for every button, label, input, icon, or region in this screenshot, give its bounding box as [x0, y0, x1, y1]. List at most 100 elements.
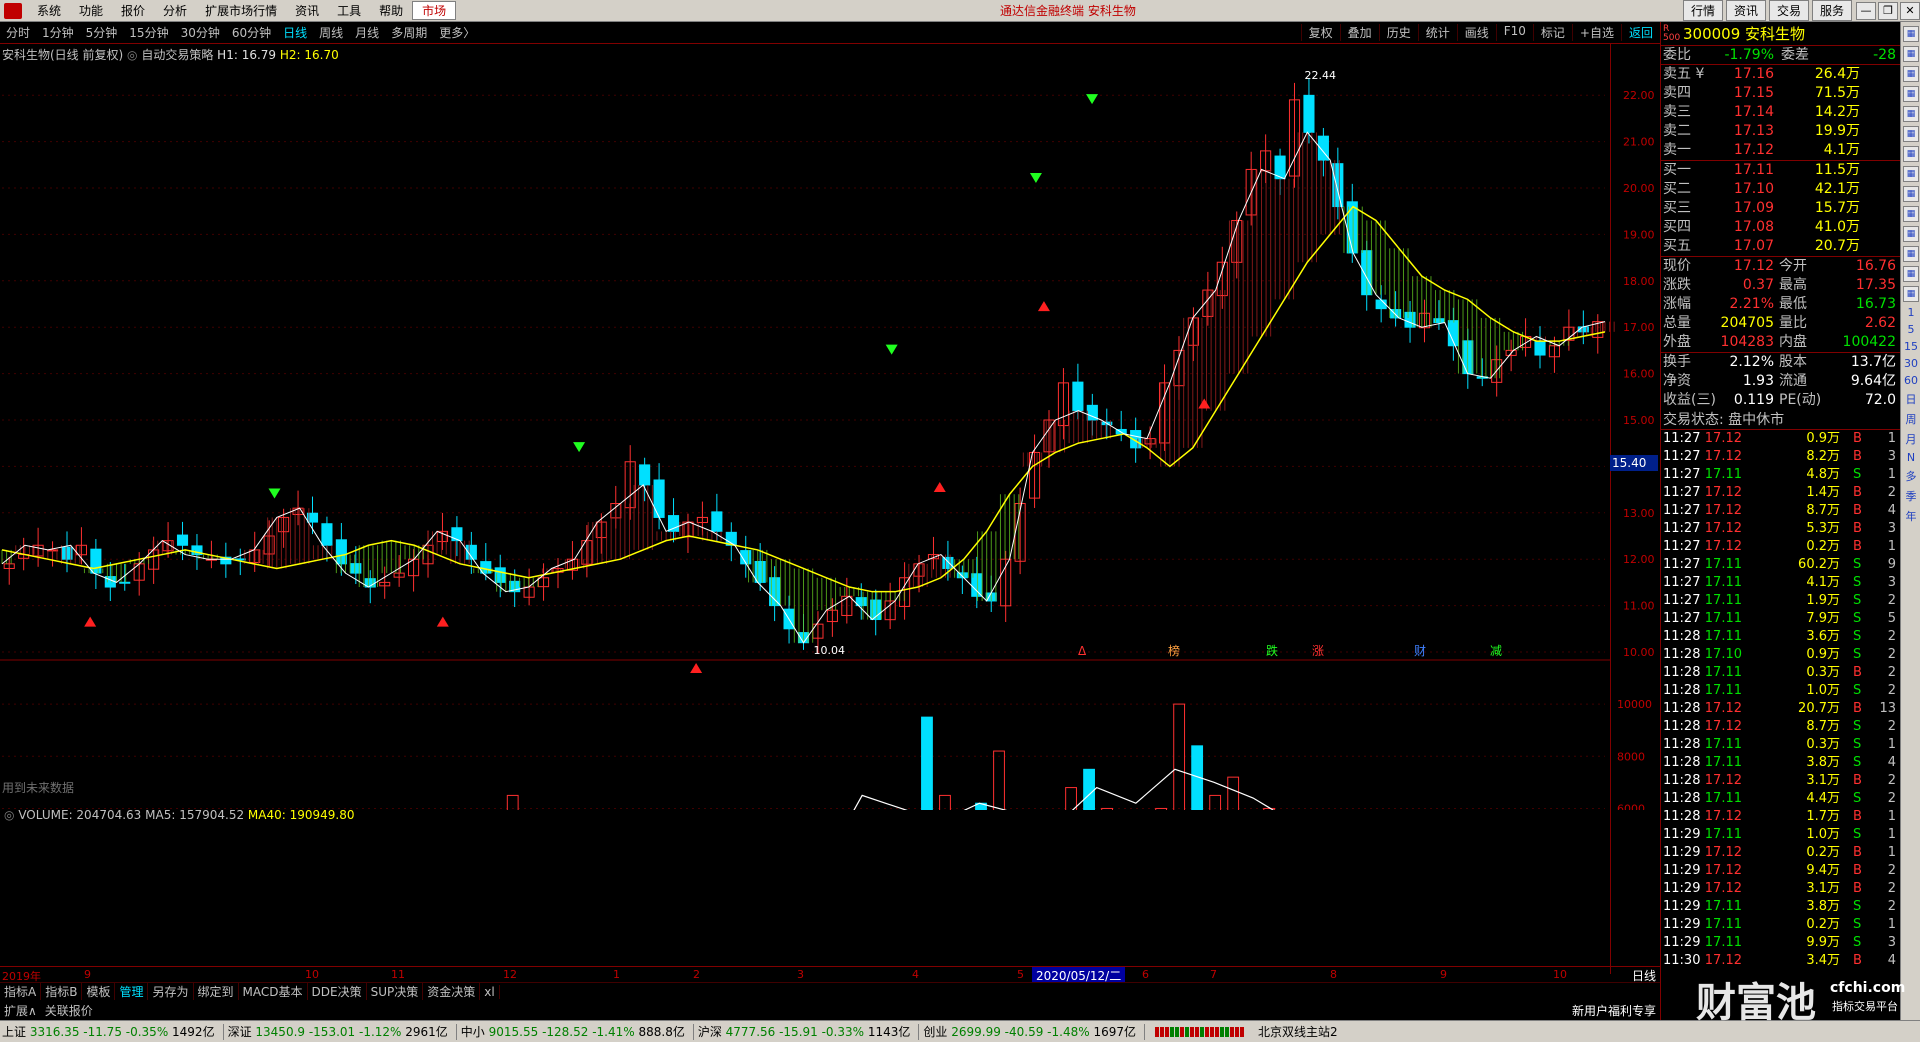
tab-sup[interactable]: SUP决策	[367, 983, 424, 1000]
tab-template[interactable]: 模板	[82, 983, 116, 1000]
toolbar-icon[interactable]: ▦	[1903, 206, 1919, 222]
toolbar-icon[interactable]: ▦	[1903, 266, 1919, 282]
bid-row[interactable]: 买二 17.10 42.1万	[1661, 180, 1900, 199]
period-weekly[interactable]: 周线	[313, 24, 349, 41]
tab-capital[interactable]: 资金决策	[423, 983, 481, 1000]
bid-row[interactable]: 买三 17.09 15.7万	[1661, 199, 1900, 218]
tab-indicator-b[interactable]: 指标B	[41, 983, 83, 1000]
draw-line-button[interactable]: 画线	[1456, 24, 1496, 41]
toolbar-icon[interactable]: ▦	[1903, 146, 1919, 162]
server-name[interactable]: 北京双线主站2	[1252, 1023, 1344, 1040]
period-30min[interactable]: 30分钟	[175, 24, 226, 41]
menu-analysis[interactable]: 分析	[154, 2, 196, 19]
ask-row[interactable]: 卖一 17.12 4.1万	[1661, 141, 1900, 160]
quotes-button[interactable]: 行情	[1682, 0, 1723, 21]
period-multi[interactable]: 多周期	[385, 24, 433, 41]
expand-button[interactable]: 扩展∧	[0, 1002, 41, 1019]
tab-bind-to[interactable]: 绑定到	[194, 983, 239, 1000]
period-shortcut[interactable]: 5	[1901, 323, 1920, 336]
period-more[interactable]: 更多〉	[433, 24, 481, 41]
index-0[interactable]: 上证 3316.35 -11.75 -0.35% 1492亿	[0, 1023, 221, 1040]
toolbar-icon[interactable]: ▦	[1903, 246, 1919, 262]
candle-body	[451, 527, 463, 542]
mark-button[interactable]: 标记	[1532, 24, 1572, 41]
tick-side: B	[1853, 539, 1862, 554]
period-timeshare[interactable]: 分时	[0, 24, 36, 41]
period-60min[interactable]: 60分钟	[226, 24, 277, 41]
tab-macd[interactable]: MACD基本	[239, 983, 308, 1000]
trade-button[interactable]: 交易	[1768, 0, 1809, 21]
toolbar-icon[interactable]: ▦	[1903, 166, 1919, 182]
stats-button[interactable]: 统计	[1417, 24, 1457, 41]
menu-tools[interactable]: 工具	[328, 2, 370, 19]
toolbar-icon[interactable]: ▦	[1903, 186, 1919, 202]
toolbar-icon[interactable]: ▦	[1903, 66, 1919, 82]
period-15min[interactable]: 15分钟	[123, 24, 174, 41]
tab-save-as[interactable]: 另存为	[148, 983, 194, 1000]
tab-xl[interactable]: xl	[480, 984, 500, 999]
period-shortcut[interactable]: 年	[1901, 508, 1920, 524]
ask-row[interactable]: 卖四 17.15 71.5万	[1661, 84, 1900, 103]
volume-settings-icon[interactable]: ◎	[4, 808, 14, 822]
tab-dde[interactable]: DDE决策	[308, 983, 367, 1000]
index-1[interactable]: 深证 13450.9 -153.01 -1.12% 2961亿	[226, 1023, 454, 1040]
ask-row[interactable]: 卖三 17.14 14.2万	[1661, 103, 1900, 122]
ask-row[interactable]: 卖五 ¥ 17.16 26.4万	[1661, 65, 1900, 84]
kline-chart[interactable]: 22.00 21.00 20.00 19.00 18.00 17.00 16.00 15.00…	[0, 60, 1660, 810]
menu-news[interactable]: 资讯	[286, 2, 328, 19]
stock-code-name[interactable]: 300009 安科生物	[1683, 23, 1805, 44]
adjust-button[interactable]: 复权	[1300, 24, 1340, 41]
menu-market[interactable]: 市场	[412, 1, 457, 20]
period-shortcut[interactable]: 月	[1901, 431, 1920, 447]
period-5min[interactable]: 5分钟	[80, 24, 124, 41]
period-shortcut[interactable]: 日	[1901, 391, 1920, 407]
history-button[interactable]: 历史	[1378, 24, 1418, 41]
bid-row[interactable]: 买四 17.08 41.0万	[1661, 218, 1900, 237]
tick-count: 1	[1887, 917, 1896, 932]
index-2[interactable]: 中小 9015.55 -128.52 -1.41% 888.8亿	[459, 1023, 691, 1040]
info-button[interactable]: 资讯	[1725, 0, 1766, 21]
period-shortcut[interactable]: 60	[1901, 374, 1920, 387]
overlay-button[interactable]: 叠加	[1339, 24, 1379, 41]
toolbar-icon[interactable]: ▦	[1903, 106, 1919, 122]
close-icon[interactable]: ✕	[1900, 1, 1920, 20]
tab-manage[interactable]: 管理	[115, 983, 149, 1000]
menu-quote[interactable]: 报价	[112, 2, 154, 19]
minimize-icon[interactable]: —	[1856, 1, 1876, 20]
service-button[interactable]: 服务	[1811, 0, 1852, 21]
period-shortcut[interactable]: 15	[1901, 340, 1920, 353]
tab-indicator-a[interactable]: 指标A	[0, 983, 42, 1000]
toolbar-icon[interactable]: ▦	[1903, 86, 1919, 102]
toolbar-icon[interactable]: ▦	[1903, 46, 1919, 62]
toolbar-icon[interactable]: ▦	[1903, 286, 1919, 302]
period-shortcut[interactable]: 30	[1901, 357, 1920, 370]
tick-list[interactable]: 11:27 17.12 0.9万 B 1 11:27 17.12 8.2万 B 3 11:27 17.…	[1661, 430, 1900, 970]
menu-help[interactable]: 帮助	[370, 2, 412, 19]
toolbar-icon[interactable]: ▦	[1903, 226, 1919, 242]
period-shortcut[interactable]: 季	[1901, 488, 1920, 504]
period-1min[interactable]: 1分钟	[36, 24, 80, 41]
restore-icon[interactable]: ❐	[1878, 1, 1898, 20]
back-button[interactable]: 返回	[1620, 24, 1660, 41]
menu-function[interactable]: 功能	[70, 2, 112, 19]
index-4[interactable]: 创业 2699.99 -40.59 -1.48% 1697亿	[921, 1023, 1142, 1040]
bid-row[interactable]: 买一 17.11 11.5万	[1661, 161, 1900, 180]
period-shortcut[interactable]: N	[1901, 451, 1920, 464]
period-daily[interactable]: 日线	[277, 24, 313, 41]
period-shortcut[interactable]: 多	[1901, 468, 1920, 484]
toolbar-icon[interactable]: ▦	[1903, 26, 1919, 42]
period-monthly[interactable]: 月线	[349, 24, 385, 41]
tick-time: 11:29	[1663, 845, 1701, 860]
toolbar-icon[interactable]: ▦	[1903, 126, 1919, 142]
index-3[interactable]: 沪深 4777.56 -15.91 -0.33% 1143亿	[696, 1023, 917, 1040]
menu-extended-market[interactable]: 扩展市场行情	[196, 2, 286, 19]
related-quotes-button[interactable]: 关联报价	[41, 1002, 97, 1019]
promo-link[interactable]: 新用户福利专享	[1572, 1002, 1656, 1019]
add-watchlist-button[interactable]: +自选	[1571, 24, 1621, 41]
period-shortcut[interactable]: 周	[1901, 411, 1920, 427]
menu-system[interactable]: 系统	[28, 2, 70, 19]
period-shortcut[interactable]: 1	[1901, 306, 1920, 319]
f10-button[interactable]: F10	[1495, 24, 1533, 41]
ask-row[interactable]: 卖二 17.13 19.9万	[1661, 122, 1900, 141]
bid-row[interactable]: 买五 17.07 20.7万	[1661, 237, 1900, 256]
